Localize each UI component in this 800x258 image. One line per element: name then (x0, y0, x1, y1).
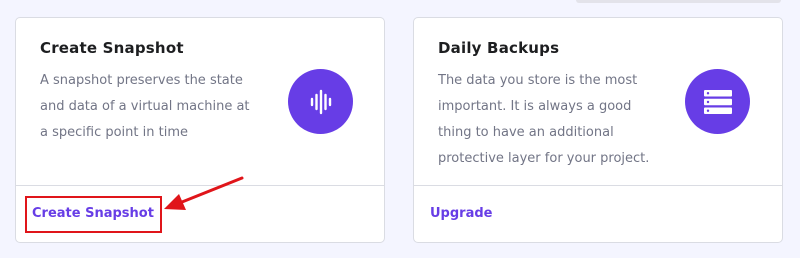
annotation-arrow (164, 176, 244, 210)
